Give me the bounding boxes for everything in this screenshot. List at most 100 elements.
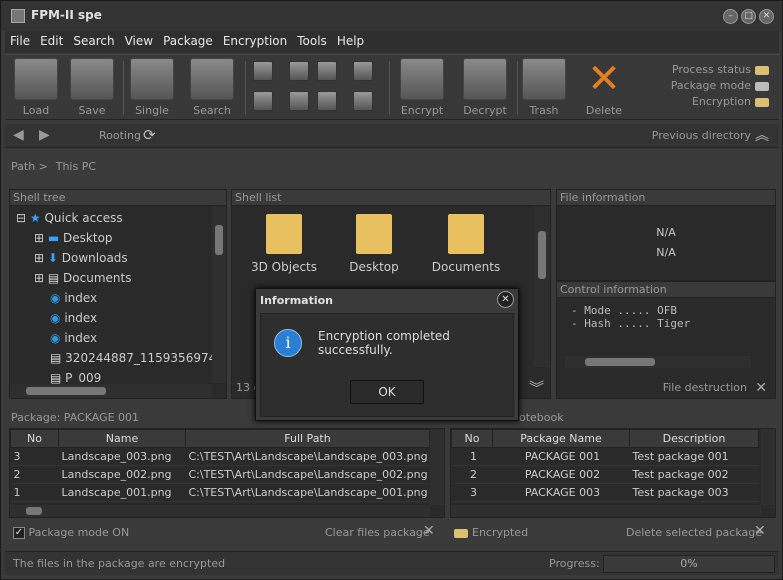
list-item-documents[interactable]: Documents [428, 214, 504, 274]
binoculars-icon [190, 58, 234, 100]
list-item-desktop[interactable]: Desktop [338, 214, 410, 274]
tool-icon-6[interactable] [317, 91, 337, 111]
window-title: FPM-II spe [31, 8, 102, 22]
file-destruction-icon[interactable]: ✕ [755, 380, 767, 396]
close-icon[interactable]: ✕ [759, 9, 774, 24]
table-row[interactable]: 3 Landscape_003.png C:\TEST\Art\Landscape\… [10, 447, 430, 466]
tree-item-file[interactable]: ▤ 320244887_1159356974 [16, 348, 216, 368]
app-logo-icon [11, 9, 25, 23]
single-button[interactable]: Single [127, 58, 177, 117]
package-hscrollbar[interactable] [10, 505, 430, 517]
dialog-close-icon[interactable]: ✕ [497, 291, 514, 308]
encrypted-indicator: Encrypted [454, 526, 528, 539]
toolbar: Load Save Single Search Encrypt Decrypt … [5, 54, 779, 120]
menu-package[interactable]: Package [158, 31, 218, 51]
key-icon [463, 58, 507, 100]
menu-file[interactable]: File [5, 31, 35, 51]
previous-directory-label[interactable]: Previous directory [652, 129, 751, 142]
tree-item-documents[interactable]: ⊞ ▤ Documents [16, 268, 206, 288]
process-led-icon [755, 65, 769, 75]
notebook-hscrollbar[interactable] [451, 505, 761, 517]
table-row[interactable]: 2 Landscape_002.png C:\TEST\Art\Landscape\… [10, 465, 430, 484]
clear-files-icon[interactable]: ✕ [423, 523, 435, 539]
table-row[interactable]: 2 PACKAGE 002 Test package 002 [451, 465, 759, 484]
shell-tree-title: Shell tree [10, 190, 226, 206]
tool-icon-1[interactable] [253, 61, 273, 81]
tool-icon-2[interactable] [253, 91, 273, 111]
control-hscrollbar[interactable] [565, 356, 751, 368]
menu-bar: File Edit Search View Package Encryption Tools… [5, 31, 779, 53]
down-chevron-icon[interactable]: ︾ [529, 377, 544, 398]
table-row[interactable]: 3 PACKAGE 003 Test package 003 [451, 483, 759, 502]
notebook-vscrollbar[interactable] [761, 429, 775, 505]
trash-button[interactable]: Trash [519, 58, 569, 117]
progress-bar: 0% [603, 555, 775, 573]
encryption-led-icon [755, 97, 769, 107]
menu-edit[interactable]: Edit [35, 31, 68, 51]
package-table: No Name Full Path 3 Landscape_003.png C:\TES… [10, 429, 430, 502]
drive-icon[interactable] [353, 91, 373, 111]
tree: ⊟ ★ Quick access ⊞ ▬ Desktop ⊞ ⬇ Downloa… [16, 208, 216, 388]
file-info-line1: N/A [656, 226, 676, 239]
tool-icon-4[interactable] [289, 91, 309, 111]
list-vscrollbar[interactable] [534, 207, 550, 367]
search-button[interactable]: Search [187, 58, 237, 117]
delete-selected-package-button[interactable]: Delete selected package [626, 526, 762, 539]
control-info-title: Control information [557, 282, 775, 298]
file-info-panel: File information N/A N/A [556, 189, 776, 281]
load-button[interactable]: Load [11, 58, 61, 117]
package-vscrollbar[interactable] [430, 429, 444, 505]
checklist-icon[interactable] [353, 61, 373, 81]
ok-button[interactable]: OK [350, 380, 424, 404]
tree-item-index-1[interactable]: ◉ index [16, 288, 206, 308]
tree-item-index-2[interactable]: ◉ index [16, 308, 206, 328]
forward-icon[interactable]: ▶ [39, 127, 50, 143]
tree-item-downloads[interactable]: ⊞ ⬇ Downloads [16, 248, 206, 268]
single-icon [130, 58, 174, 100]
menu-tools[interactable]: Tools [292, 31, 332, 51]
save-button[interactable]: Save [67, 58, 117, 117]
save-icon [70, 58, 114, 100]
load-icon [14, 58, 58, 100]
control-mode: - Mode ..... OFB [571, 304, 677, 317]
tree-hscrollbar[interactable] [10, 384, 212, 398]
package-mode-status: Package mode [589, 79, 769, 92]
lock-icon [400, 58, 444, 100]
path-value[interactable]: This PC [56, 160, 96, 173]
tree-vscrollbar[interactable] [212, 207, 226, 383]
minimize-icon[interactable]: – [723, 9, 738, 24]
menu-search[interactable]: Search [68, 31, 119, 51]
decrypt-button[interactable]: Decrypt [457, 58, 513, 117]
info-icon: i [274, 329, 302, 357]
tree-item-desktop[interactable]: ⊞ ▬ Desktop [16, 228, 206, 248]
tool-icon-5[interactable] [317, 61, 337, 81]
dialog-message: Encryption completed successfully. [318, 329, 450, 357]
menu-encryption[interactable]: Encryption [218, 31, 292, 51]
app-window: FPM-II spe – □ ✕ File Edit Search View Packa… [0, 0, 783, 580]
refresh-icon[interactable]: ⟳ [143, 126, 156, 144]
back-icon[interactable]: ◀ [13, 127, 24, 143]
folder-icon [448, 214, 484, 254]
file-info-title: File information [557, 190, 775, 206]
package-mode-checkbox[interactable]: ✓ Package mode ON [13, 526, 129, 539]
recycle-icon [522, 58, 566, 100]
package-title: Package: PACKAGE 001 [11, 411, 140, 424]
clear-files-package-button[interactable]: Clear files package [325, 526, 430, 539]
menu-view[interactable]: View [120, 31, 158, 51]
rooting-label[interactable]: Rooting [99, 129, 141, 142]
menu-help[interactable]: Help [332, 31, 369, 51]
maximize-icon[interactable]: □ [741, 9, 756, 24]
tree-item-quick-access[interactable]: ⊟ ★ Quick access [16, 208, 206, 228]
notebook-table: No Package Name Description 1 PACKAGE 001 Te… [451, 429, 759, 502]
tool-icon-3[interactable] [289, 61, 309, 81]
table-row[interactable]: 1 PACKAGE 001 Test package 001 [451, 447, 759, 466]
delete-package-icon[interactable]: ✕ [754, 523, 766, 539]
list-item-3d-objects[interactable]: 3D Objects [248, 214, 320, 274]
encrypt-button[interactable]: Encrypt [397, 58, 447, 117]
file-destruction-label[interactable]: File destruction [663, 381, 747, 394]
folder-icon [266, 214, 302, 254]
table-row[interactable]: 1 Landscape_001.png C:\TEST\Art\Landscape\… [10, 483, 430, 502]
dialog-title: Information [260, 294, 333, 307]
tree-item-index-3[interactable]: ◉ index [16, 328, 206, 348]
up-chevron-icon[interactable]: ︽ [755, 125, 769, 145]
